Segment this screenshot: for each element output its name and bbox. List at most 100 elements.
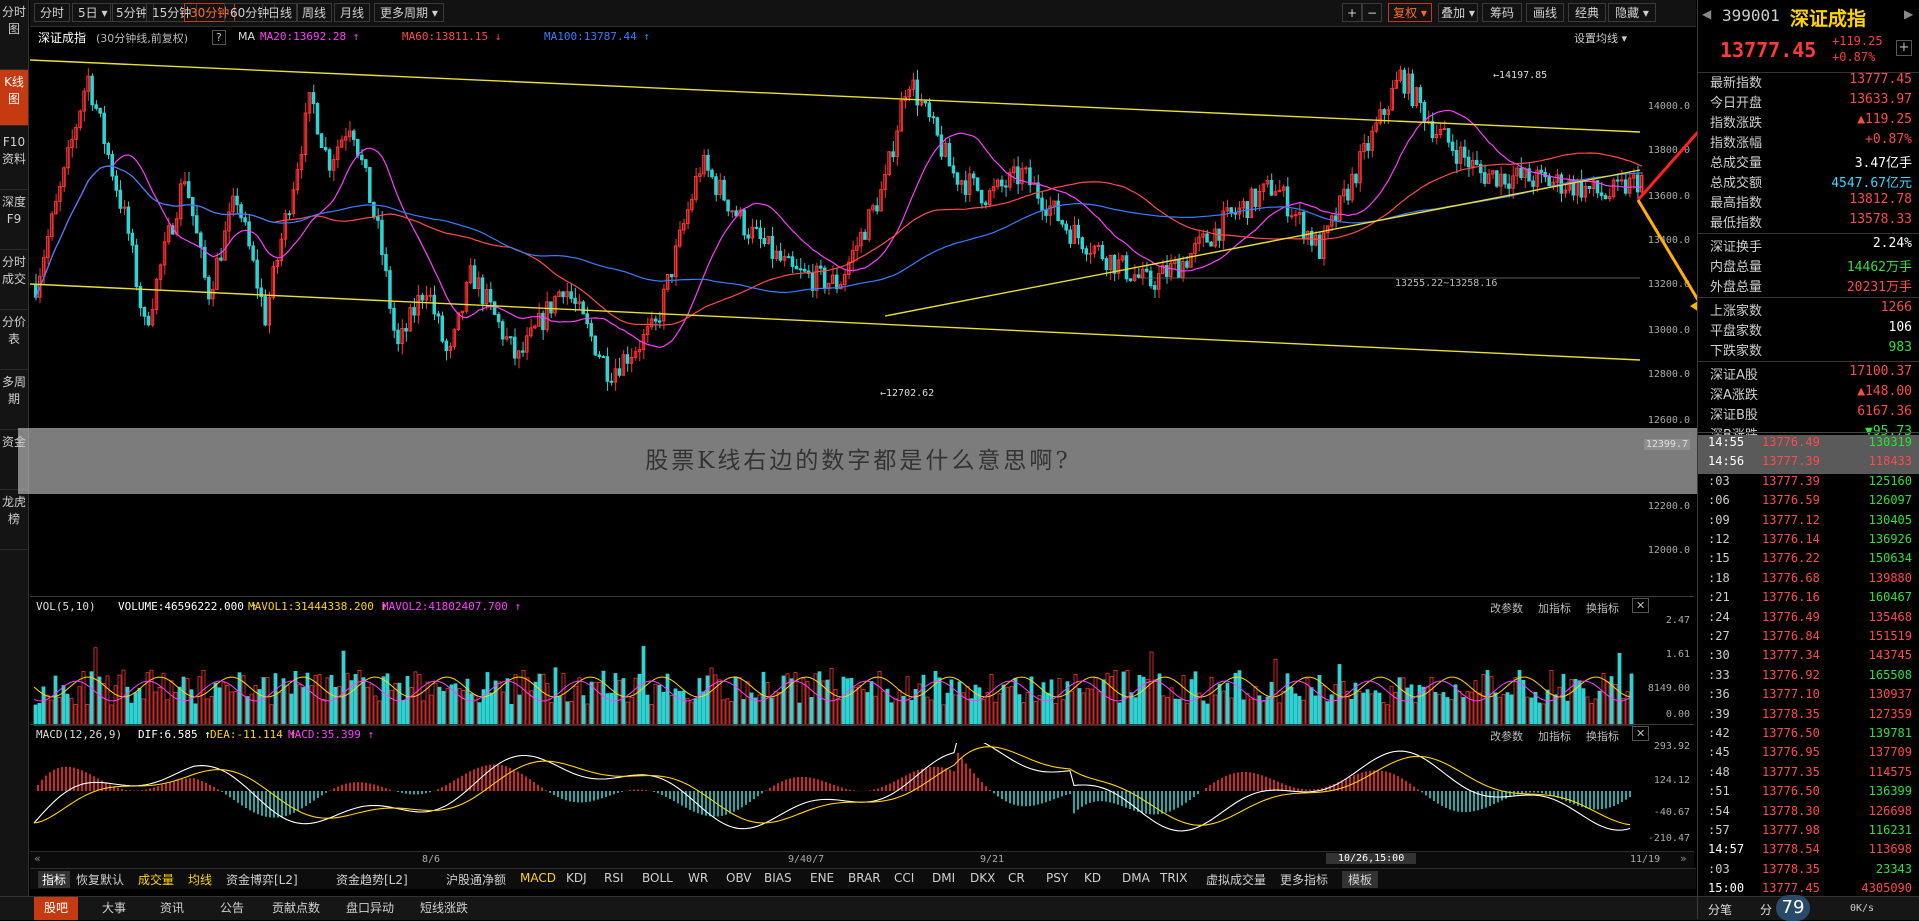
volume-bar: [1585, 696, 1590, 726]
candle-body: [1495, 170, 1499, 187]
volume-bar: [1413, 701, 1418, 726]
volume-bar: [361, 677, 366, 726]
indicator-tab-0[interactable]: 指标: [38, 871, 71, 888]
indicator-tab-6[interactable]: 沪股通净额: [446, 871, 506, 888]
tick-vol: 130405: [1868, 512, 1912, 527]
candle-body: [1068, 229, 1072, 244]
volume-bar: [373, 695, 378, 726]
period-button-7[interactable]: 周线: [296, 3, 333, 22]
volume-bar: [1173, 698, 1178, 726]
vol-switch-indicator-button[interactable]: 换指标: [1586, 600, 1619, 616]
current-price: 13777.45: [1720, 38, 1817, 62]
toolbar-button-0[interactable]: +: [1342, 3, 1362, 22]
indicator-tab-21[interactable]: KD: [1084, 871, 1101, 885]
period-button-8[interactable]: 月线: [334, 3, 371, 22]
prev-stock-icon[interactable]: ◀: [1702, 7, 1711, 21]
tab-tick-detail[interactable]: 分笔: [1708, 901, 1732, 918]
sidebar-item-depth[interactable]: 深度F9: [0, 190, 28, 250]
volume-bar: [1321, 685, 1326, 726]
period-button-0[interactable]: 分时: [34, 3, 71, 22]
ma-label: MA: [238, 30, 256, 43]
sidebar-item-multi-period[interactable]: 多周期: [0, 370, 28, 430]
period-button-6[interactable]: 日线: [262, 3, 299, 22]
sidebar-item-time-sales[interactable]: 分时成交: [0, 250, 28, 310]
status-tab-3[interactable]: 公告: [210, 897, 254, 920]
sidebar-item-f10[interactable]: F10资料: [0, 130, 28, 190]
quote-row-label: 最高指数: [1710, 196, 1763, 211]
candle-body: [601, 356, 606, 359]
toolbar-button-5[interactable]: 画线: [1526, 3, 1564, 22]
volume-bar: [1213, 694, 1218, 726]
indicator-tab-25[interactable]: 更多指标: [1280, 871, 1328, 888]
indicator-tab-20[interactable]: PSY: [1046, 871, 1068, 885]
period-button-9[interactable]: 更多周期 ▾: [374, 3, 444, 22]
indicator-tab-22[interactable]: DMA: [1122, 871, 1150, 885]
quote-row-label: 最低指数: [1710, 216, 1763, 231]
status-tab-6[interactable]: 短线涨跌: [410, 897, 478, 920]
indicator-tab-15[interactable]: BRAR: [848, 871, 881, 885]
macd-add-indicator-button[interactable]: 加指标: [1538, 728, 1571, 744]
sidebar-item-price-table[interactable]: 分价表: [0, 310, 28, 370]
indicator-tab-1[interactable]: 恢复默认: [76, 871, 124, 888]
volume-panel: VOL(5,10) VOLUME:46596222.000 ↑ MAVOL1:3…: [30, 596, 1694, 727]
indicator-tab-23[interactable]: TRIX: [1160, 871, 1187, 885]
indicator-tab-11[interactable]: WR: [688, 871, 708, 885]
vol-add-indicator-button[interactable]: 加指标: [1538, 600, 1571, 616]
macd-close-icon[interactable]: ✕: [1632, 726, 1650, 741]
candle-body: [1422, 101, 1427, 123]
candle-body: [488, 289, 493, 303]
sidebar-item-kline[interactable]: K线图: [0, 70, 28, 126]
indicator-tab-9[interactable]: RSI: [604, 871, 624, 885]
status-tab-2[interactable]: 资讯: [150, 897, 194, 920]
indicator-tab-7[interactable]: MACD: [520, 871, 556, 885]
period-button-1[interactable]: 5日 ▾: [72, 3, 114, 22]
indicator-tab-10[interactable]: BOLL: [642, 871, 673, 885]
status-tab-5[interactable]: 盘口异动: [336, 897, 404, 920]
indicator-tab-5[interactable]: 资金趋势[L2]: [336, 871, 408, 888]
indicator-tab-4[interactable]: 资金博弈[L2]: [226, 871, 298, 888]
indicator-tab-16[interactable]: CCI: [894, 871, 914, 885]
sidebar-item-dragon-tiger[interactable]: 龙虎榜: [0, 490, 28, 550]
kline-chart[interactable]: [30, 46, 1694, 594]
help-icon[interactable]: ?: [212, 30, 226, 45]
status-tab-4[interactable]: 贡献点数: [262, 897, 330, 920]
indicator-tab-3[interactable]: 均线: [188, 871, 212, 888]
status-tab-1[interactable]: 大事: [92, 897, 136, 920]
indicator-tab-14[interactable]: ENE: [810, 871, 834, 885]
tick-price: 13777.34: [1762, 648, 1820, 663]
candle-body: [955, 172, 960, 185]
quote-row-value: 6167.36: [1857, 404, 1912, 419]
add-watchlist-icon[interactable]: +: [1896, 40, 1912, 56]
toolbar-button-1[interactable]: −: [1362, 3, 1382, 22]
toolbar-button-2[interactable]: 复权 ▾: [1388, 3, 1432, 22]
indicator-tab-12[interactable]: OBV: [726, 871, 752, 885]
indicator-tab-24[interactable]: 虚拟成交量: [1206, 871, 1266, 888]
indicator-tab-26[interactable]: 模板: [1342, 871, 1379, 888]
volume-bar: [1085, 687, 1090, 726]
volume-bar: [1449, 698, 1454, 726]
indicator-tab-2[interactable]: 成交量: [138, 871, 174, 888]
volume-bar: [757, 694, 762, 726]
tab-price-detail[interactable]: 分: [1760, 901, 1772, 918]
toolbar-button-6[interactable]: 经典: [1568, 3, 1606, 22]
next-stock-icon[interactable]: ▶: [1904, 7, 1913, 21]
status-tab-0[interactable]: 股吧: [34, 897, 79, 920]
indicator-tab-18[interactable]: DKX: [970, 871, 995, 885]
indicator-tab-17[interactable]: DMI: [932, 871, 955, 885]
sidebar-item-intraday[interactable]: 分时图: [0, 0, 28, 70]
vol-edit-params-button[interactable]: 改参数: [1490, 600, 1523, 616]
indicator-tab-13[interactable]: BIAS: [764, 871, 792, 885]
macd-edit-params-button[interactable]: 改参数: [1490, 728, 1523, 744]
scroll-left-icon[interactable]: «: [34, 852, 41, 865]
volume-bar: [1269, 681, 1274, 726]
volume-bar: [365, 686, 370, 726]
indicator-tab-8[interactable]: KDJ: [566, 871, 587, 885]
volume-bar: [557, 696, 562, 726]
candle-body: [263, 296, 267, 326]
macd-switch-indicator-button[interactable]: 换指标: [1586, 728, 1619, 744]
scroll-right-icon[interactable]: »: [1680, 852, 1687, 865]
vol-close-icon[interactable]: ✕: [1632, 598, 1650, 613]
indicator-tab-19[interactable]: CR: [1008, 871, 1025, 885]
toolbar-button-4[interactable]: 筹码: [1482, 3, 1522, 22]
toolbar-button-3[interactable]: 叠加 ▾: [1438, 3, 1478, 22]
